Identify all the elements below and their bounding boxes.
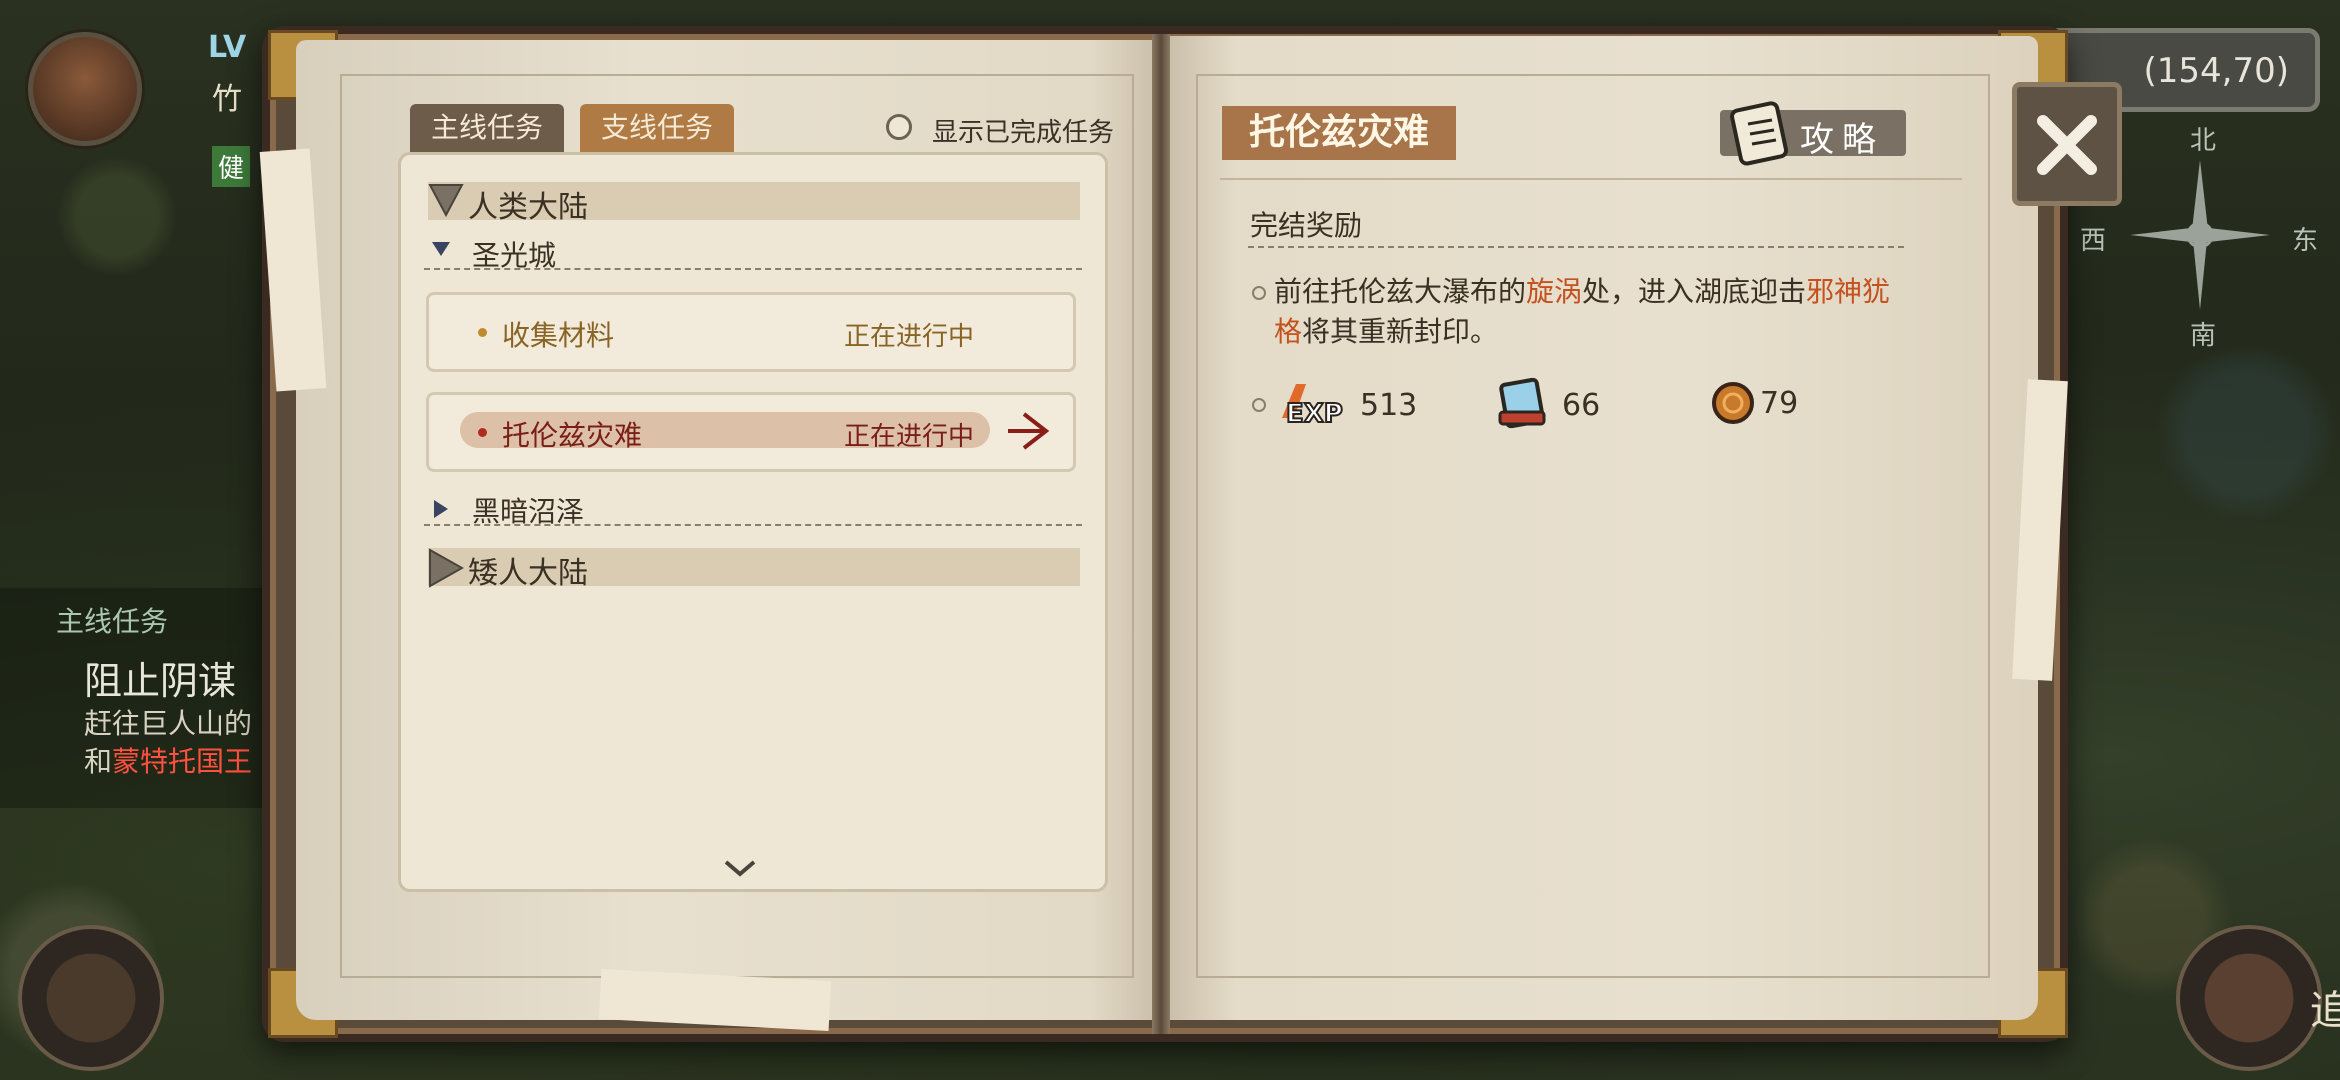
region-label: 矮人大陆: [468, 556, 588, 591]
collapse-arrow-down-icon: [432, 242, 450, 256]
quest-bullet-icon: [478, 428, 487, 437]
home-button-label: 追: [2310, 988, 2340, 1034]
selected-arrow-icon: [1008, 412, 1050, 450]
expand-down-icon: [428, 184, 464, 217]
show-completed-label[interactable]: 显示已完成任务: [932, 112, 1114, 149]
quest-tracker-title: 主线任务: [56, 605, 169, 638]
player-avatar[interactable]: [28, 32, 142, 146]
compass-rose-icon: [2130, 160, 2270, 310]
description-bullet-icon: [1252, 286, 1266, 300]
quest-tracker-desc: 赶往巨人山的: [84, 707, 253, 740]
reward-gold-value: 79: [1760, 386, 1799, 421]
rewards-divider: [1248, 246, 1904, 248]
expand-arrow-right-icon: [434, 500, 448, 518]
tab-main-quests[interactable]: 主线任务: [410, 104, 564, 152]
exp-icon: EXP: [1282, 384, 1344, 430]
close-icon: [2037, 115, 2097, 175]
region-label: 人类大陆: [468, 190, 588, 225]
compass-south: 南: [2190, 321, 2217, 351]
quest-tracker-desc-2: 和蒙特托国王: [84, 745, 253, 778]
quest-tracker-quest-name[interactable]: 阻止阴谋: [84, 650, 236, 705]
home-button[interactable]: [2176, 925, 2322, 1071]
close-button[interactable]: [2012, 82, 2122, 206]
reward-exp-value: 513: [1360, 388, 1418, 423]
bag-button[interactable]: [18, 925, 164, 1071]
expand-right-icon: [429, 548, 464, 588]
show-completed-toggle[interactable]: [886, 114, 912, 140]
svg-text:EXP: EXP: [1286, 399, 1343, 429]
compass-east: 东: [2292, 226, 2319, 256]
compass-west: 西: [2080, 226, 2107, 256]
quest-detail-title: 托伦兹灾难: [1222, 106, 1456, 160]
gold-coin-icon: [1712, 382, 1754, 424]
quest-description: 前往托伦兹大瀑布的旋涡处，进入湖底迎击邪神犹格将其重新封印。: [1274, 275, 1891, 348]
reward-bullet-icon: [1252, 398, 1266, 412]
quest-name: 收集材料: [502, 319, 615, 352]
rewards-heading: 完结奖励: [1250, 209, 1363, 242]
subregion-divider: [424, 268, 1082, 270]
book-spine: [1152, 34, 1170, 1034]
quest-name: 托伦兹灾难: [502, 419, 643, 452]
player-level-label: LV: [208, 30, 247, 65]
health-status: 健: [212, 146, 251, 187]
compass-north: 北: [2190, 126, 2217, 156]
book-right-page: [1166, 36, 2038, 1020]
guide-button-label: 攻略: [1800, 120, 1884, 160]
subregion-divider: [424, 524, 1082, 526]
scroll-down-chevron-icon[interactable]: [722, 858, 758, 878]
detail-divider: [1220, 178, 1962, 180]
player-name: 竹: [212, 82, 242, 117]
scroll-guide-icon[interactable]: [1728, 96, 1794, 170]
skill-book-icon: [1498, 377, 1546, 429]
quest-bullet-icon: [478, 328, 487, 337]
quest-status: 正在进行中: [844, 422, 975, 452]
tab-side-quests[interactable]: 支线任务: [580, 104, 734, 152]
quest-status: 正在进行中: [844, 322, 975, 352]
reward-item-value: 66: [1562, 388, 1601, 423]
